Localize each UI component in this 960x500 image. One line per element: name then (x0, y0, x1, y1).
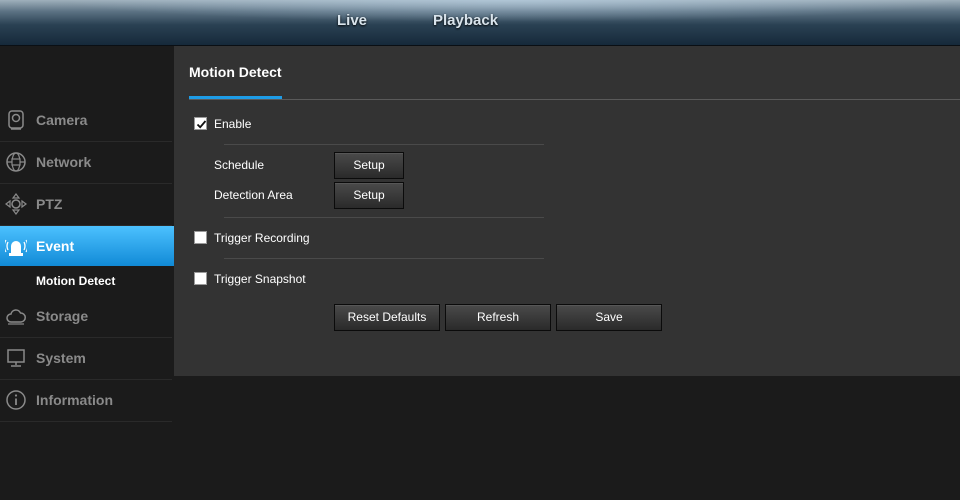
sidebar-item-camera[interactable]: Camera (0, 100, 172, 142)
ptz-icon (5, 193, 27, 215)
sidebar: Camera Network PTZ Event Motion Detect S… (0, 46, 184, 500)
detection-area-setup-button[interactable]: Setup (334, 182, 404, 209)
enable-checkbox[interactable] (194, 117, 207, 130)
top-nav: Live Playback (0, 12, 960, 32)
info-icon (6, 390, 26, 410)
trigger-snapshot-label: Trigger Snapshot (214, 272, 306, 286)
nav-playback[interactable]: Playback (433, 12, 498, 29)
top-nav-bar: Live Playback (0, 0, 960, 46)
trigger-snapshot-checkbox[interactable] (194, 272, 207, 285)
network-icon (6, 152, 26, 172)
sidebar-item-information[interactable]: Information (0, 380, 172, 422)
divider (224, 217, 544, 218)
trigger-recording-checkbox[interactable] (194, 231, 207, 244)
content-panel: Motion Detect Enable Schedule Setup Dete… (174, 46, 960, 376)
detection-area-label: Detection Area (214, 188, 293, 202)
sidebar-item-label: Event (36, 238, 75, 254)
divider (224, 258, 544, 259)
alarm-icon (5, 239, 27, 256)
checkmark-icon (196, 120, 207, 129)
sidebar-item-network[interactable]: Network (0, 142, 172, 184)
sidebar-item-label: Network (36, 154, 92, 170)
sidebar-item-label: PTZ (36, 196, 63, 212)
sidebar-item-label: Camera (36, 112, 88, 128)
sidebar-item-system[interactable]: System (0, 338, 172, 380)
tab-divider (189, 99, 960, 100)
schedule-label: Schedule (214, 158, 265, 172)
sidebar-item-label: Storage (36, 308, 89, 324)
tab-motion-detect[interactable]: Motion Detect (189, 64, 282, 80)
save-button[interactable]: Save (556, 304, 662, 331)
sidebar-subitem-motion-detect[interactable]: Motion Detect (36, 274, 115, 288)
monitor-icon (7, 349, 25, 367)
reset-defaults-button[interactable]: Reset Defaults (334, 304, 440, 331)
refresh-button[interactable]: Refresh (445, 304, 551, 331)
sidebar-item-ptz[interactable]: PTZ (0, 184, 172, 226)
schedule-setup-button[interactable]: Setup (334, 152, 404, 179)
sidebar-item-event[interactable]: Event (0, 226, 172, 268)
sidebar-item-storage[interactable]: Storage (0, 296, 172, 338)
trigger-recording-label: Trigger Recording (214, 231, 310, 245)
cloud-icon (6, 309, 26, 325)
sidebar-item-label: System (36, 350, 86, 366)
divider (224, 144, 544, 145)
enable-label: Enable (214, 117, 252, 131)
nav-live[interactable]: Live (337, 12, 367, 29)
camera-icon (8, 110, 24, 130)
sidebar-item-label: Information (36, 392, 113, 408)
